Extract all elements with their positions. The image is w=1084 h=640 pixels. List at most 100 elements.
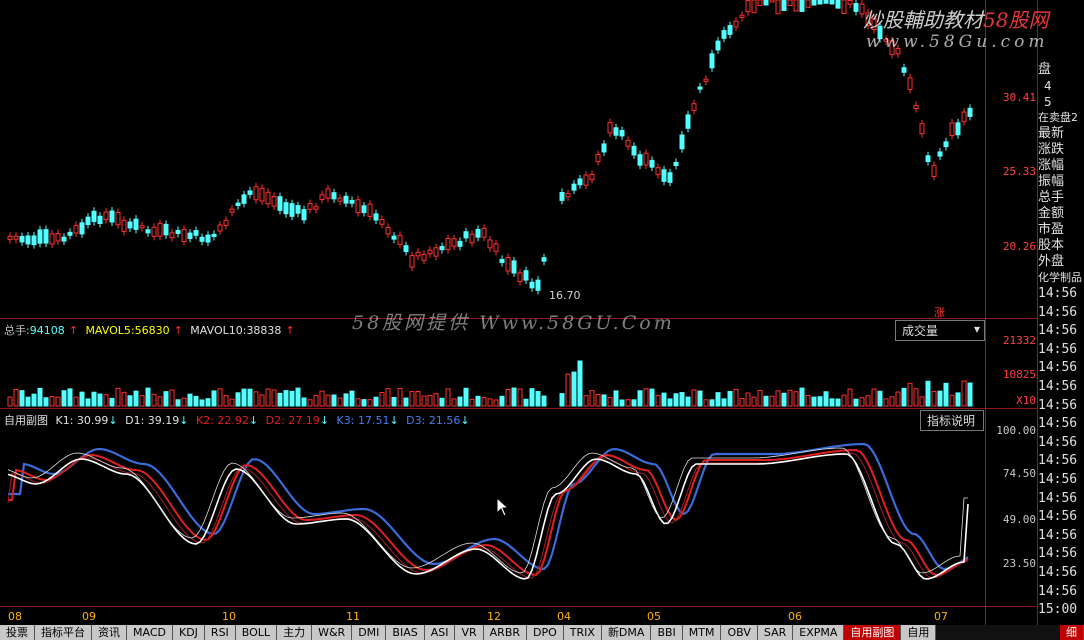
candle xyxy=(715,40,721,51)
volume-bar xyxy=(859,397,865,407)
tab-bias[interactable]: BIAS xyxy=(386,625,425,640)
tab-新dma[interactable]: 新DMA xyxy=(601,625,652,640)
volume-bar xyxy=(727,391,733,407)
tab-expma[interactable]: EXPMA xyxy=(793,625,845,640)
volume-bar xyxy=(79,391,85,407)
candle xyxy=(787,0,793,7)
rise-badge: 涨 xyxy=(934,306,945,319)
trade-time: 14:56 xyxy=(1038,509,1078,525)
tab-投票[interactable]: 投票 xyxy=(0,625,35,640)
tab-kdj[interactable]: KDJ xyxy=(172,625,205,640)
volume-bar xyxy=(223,395,229,407)
candlestick-series xyxy=(7,0,973,295)
volume-bar xyxy=(691,389,697,407)
volume-bar xyxy=(187,393,193,407)
x-label: 04 xyxy=(557,610,571,623)
trade-time: 14:56 xyxy=(1038,434,1078,450)
candle xyxy=(967,107,973,117)
candle xyxy=(913,104,919,110)
tab-mtm[interactable]: MTM xyxy=(682,625,722,640)
tab-boll[interactable]: BOLL xyxy=(235,625,278,640)
volume-bar xyxy=(865,395,871,407)
candle xyxy=(817,0,823,5)
volume-bar xyxy=(43,397,49,407)
volume-bar xyxy=(583,395,589,407)
volume-bar xyxy=(847,388,853,407)
candle xyxy=(337,197,343,202)
volume-bar xyxy=(511,387,517,407)
volume-bar xyxy=(703,399,709,407)
volume-indicator-dropdown[interactable]: 成交量 ▾ xyxy=(895,320,985,341)
tab-dpo[interactable]: DPO xyxy=(527,625,564,640)
kdj-lines xyxy=(7,442,969,580)
kdj-label-23: 23.50 xyxy=(1002,557,1036,570)
bottom-right-button[interactable]: 细 xyxy=(1060,625,1084,640)
volume-bar xyxy=(571,371,577,407)
volume-bar xyxy=(109,397,115,407)
volume-bar xyxy=(469,398,475,407)
volume-bar xyxy=(895,391,901,407)
indicator-help-button[interactable]: 指标说明 xyxy=(920,410,984,431)
tab-arbr[interactable]: ARBR xyxy=(483,625,528,640)
candle xyxy=(103,211,109,221)
candle xyxy=(85,216,91,226)
volume-bar xyxy=(151,393,157,407)
candle xyxy=(937,151,943,157)
candle xyxy=(733,20,739,28)
x-label: 05 xyxy=(647,610,661,623)
tab-主力[interactable]: 主力 xyxy=(277,625,313,640)
candle xyxy=(391,235,397,240)
tab-自用[interactable]: 自用 xyxy=(901,625,937,640)
volume-bar xyxy=(301,397,307,407)
candle xyxy=(223,219,229,227)
volume-bar xyxy=(343,393,349,407)
volume-bar xyxy=(607,397,613,407)
volume-bar xyxy=(817,396,823,407)
volume-bar xyxy=(793,391,799,407)
volume-label-unit: X10 xyxy=(1016,394,1036,407)
tab-dmi[interactable]: DMI xyxy=(352,625,387,640)
candle xyxy=(229,208,235,213)
tab-macd[interactable]: MACD xyxy=(127,625,173,640)
tab-trix[interactable]: TRIX xyxy=(563,625,602,640)
candle xyxy=(445,238,451,251)
candle xyxy=(235,202,241,206)
candle xyxy=(37,229,43,244)
volume-bar xyxy=(721,398,727,407)
tab-asi[interactable]: ASI xyxy=(424,625,456,640)
side-item-volume: 总手 xyxy=(1038,190,1065,205)
candle xyxy=(637,154,643,166)
tab-自用副图[interactable]: 自用副图 xyxy=(844,625,902,640)
volume-bar xyxy=(487,398,493,407)
volume-bar xyxy=(433,393,439,407)
volume-bar xyxy=(307,399,313,407)
candle xyxy=(655,167,661,176)
candle xyxy=(571,183,577,191)
volume-bar xyxy=(709,399,715,407)
tab-rsi[interactable]: RSI xyxy=(204,625,236,640)
candle xyxy=(721,30,727,39)
tab-bbi[interactable]: BBI xyxy=(651,625,683,640)
tab-vr[interactable]: VR xyxy=(455,625,484,640)
watermark-brand: 58股网 xyxy=(983,8,1049,32)
tab-obv[interactable]: OBV xyxy=(721,625,758,640)
volume-bar xyxy=(937,390,943,407)
tab-资讯[interactable]: 资讯 xyxy=(92,625,127,640)
volume-bar xyxy=(205,398,211,407)
volume-bar xyxy=(13,388,19,407)
volume-bar xyxy=(415,390,421,407)
candle xyxy=(643,152,649,166)
kdj-label-49: 49.00 xyxy=(1002,513,1036,526)
candle xyxy=(277,196,283,211)
volume-bar xyxy=(133,390,139,407)
volume-kdj-divider xyxy=(0,408,1037,409)
tab-指标平台[interactable]: 指标平台 xyxy=(35,625,92,640)
volume-bar xyxy=(361,399,367,407)
side-top-item: 4 xyxy=(1044,79,1052,93)
x-label: 07 xyxy=(934,610,948,623)
tab-sar[interactable]: SAR xyxy=(757,625,794,640)
candle xyxy=(829,0,835,5)
candle xyxy=(925,155,931,162)
arrow-up-icon: ↑ xyxy=(68,324,78,337)
tab-w&r[interactable]: W&R xyxy=(312,625,353,640)
